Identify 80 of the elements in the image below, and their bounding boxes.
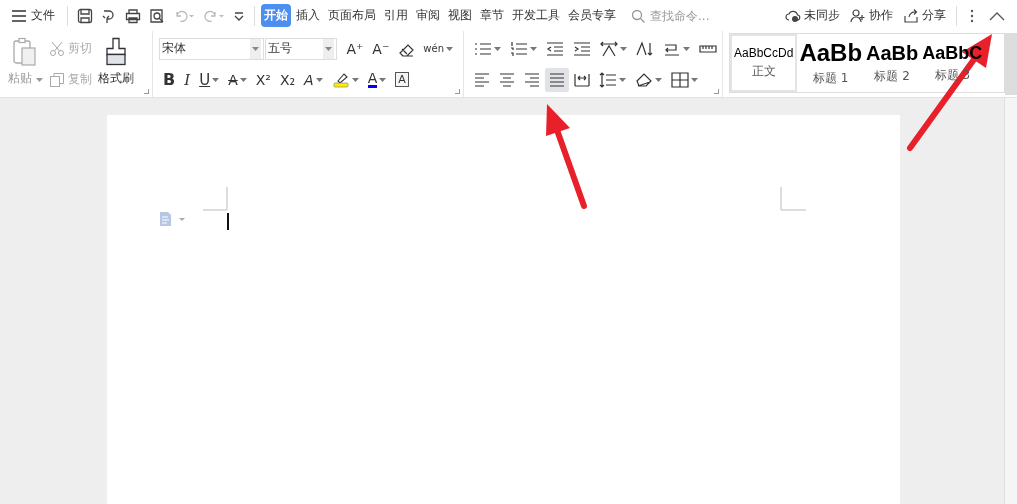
italic-button[interactable]: I [180,67,195,92]
scrollbar[interactable] [1004,98,1017,504]
pinyin-button[interactable]: wén [419,36,457,61]
share-icon [903,7,919,24]
style-preset[interactable]: AaBbCcDd 正文 [730,34,798,92]
bold-button[interactable]: B [159,67,180,92]
font-size-select[interactable]: 五号 [264,37,338,60]
scissors-icon [48,40,65,57]
ribbon-tab[interactable]: 开发工具 [509,4,563,27]
sub-button[interactable]: X₂ [275,67,300,92]
search-icon [631,8,645,23]
caret-icon [494,46,501,51]
collapse-ribbon-icon[interactable] [989,10,1005,21]
more-icon[interactable] [969,7,975,24]
text-cursor [227,213,229,230]
caret-icon [655,77,662,82]
ribbon-tab[interactable]: 会员专享 [565,4,619,27]
numbers-icon [510,40,528,57]
format-painter-button[interactable]: 格式刷 [95,33,136,91]
ribbon-tab[interactable]: 审阅 [413,4,443,27]
indent-icon [573,40,591,57]
magnifier-page-icon [149,7,165,24]
caret-icon [379,77,387,82]
caret-icon [239,77,247,82]
ribbon-tab[interactable]: 插入 [293,4,323,27]
menu-icon [12,9,26,22]
clipboard-icon [12,37,39,67]
strike-button[interactable]: A [224,67,251,92]
underline-button[interactable]: U [195,67,224,92]
caret-icon [351,77,359,82]
caret-icon [620,46,627,51]
bullets-icon [474,40,492,57]
align-justify-icon [549,72,565,87]
export-icon [101,7,117,24]
align-center-icon [499,72,515,87]
align-distribute-icon [574,72,590,87]
save-icon [77,7,93,24]
border-button[interactable]: A [391,67,413,92]
fontcolor-button[interactable]: A [363,67,391,92]
margin-corner-mark [780,187,806,211]
align-justify-button[interactable] [545,67,569,92]
ribbon-tab[interactable]: 章节 [477,4,507,27]
shading-icon [635,71,653,88]
sort-icon [636,40,654,57]
ribbon-tab[interactable]: 引用 [381,4,411,27]
share-action-button[interactable]: 分享 [899,7,950,24]
caret-icon [251,46,259,51]
align-left-icon [474,72,490,87]
shrink-button[interactable]: A⁻ [368,36,394,61]
caret-icon [683,46,690,51]
grow-button[interactable]: A⁺ [342,36,368,61]
caret-icon [691,77,698,82]
style-preset[interactable]: AaBb 标题 1 [797,34,865,92]
effect-button[interactable]: A [300,67,327,92]
file-menu[interactable]: 文件 [6,7,61,24]
ribbon-tab[interactable]: 页面布局 [325,4,379,27]
caret-icon [325,46,333,51]
caret-icon [35,78,43,82]
cloud-action-button[interactable]: 未同步 [781,7,844,24]
style-preset[interactable]: AaBb 标题 2 [864,34,921,92]
caret-icon [530,46,537,51]
borders-icon [671,71,689,88]
ribbon-tab[interactable]: 视图 [445,4,475,27]
direction-icon [600,40,618,57]
caret-icon [212,77,220,82]
font-family-select[interactable]: 宋体 [159,37,264,60]
user-add-icon [850,7,866,24]
highlighter-icon [331,71,350,88]
caret-icon [315,77,323,82]
user-action-button[interactable]: 协作 [846,7,897,24]
caret-icon [619,77,626,82]
brush-icon [103,37,128,67]
margin-corner-mark [203,187,229,211]
align-right-icon [524,72,540,87]
spacing-icon [599,71,617,88]
copy-icon [48,71,65,88]
print-icon [125,7,141,24]
outdent-icon [546,40,564,57]
sup-button[interactable]: X² [251,67,275,92]
caret-icon [446,46,453,51]
